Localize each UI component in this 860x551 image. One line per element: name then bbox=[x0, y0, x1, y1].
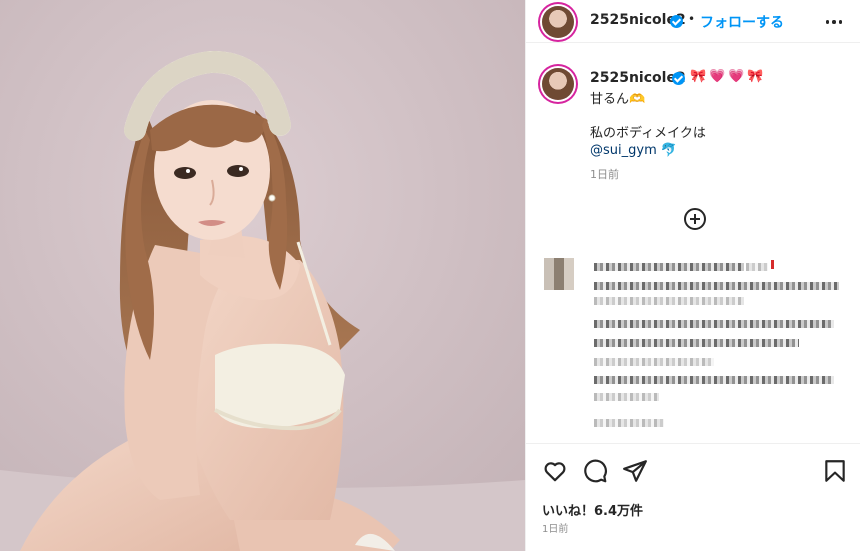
pixelated-comment bbox=[526, 255, 860, 435]
likes-count[interactable]: いいね！6.4万件 bbox=[542, 500, 643, 519]
comment-text-line bbox=[594, 376, 834, 384]
follow-button[interactable]: フォローする bbox=[700, 12, 784, 32]
post-side-panel: 2525nicole2 • フォローする 2525nicole2 🎀 💗 💗 🎀… bbox=[525, 0, 860, 551]
caption-timestamp: 1日前 bbox=[590, 168, 619, 181]
dolphin-emoji: 🐬 bbox=[660, 143, 678, 158]
comment-text-line bbox=[746, 263, 768, 271]
ribbon-emoji: 🎀 bbox=[690, 69, 707, 84]
hands-emoji: 🫶 bbox=[629, 92, 646, 107]
ribbon-emoji: 🎀 bbox=[747, 69, 764, 84]
more-options-icon[interactable] bbox=[822, 10, 846, 34]
post-timestamp: 1日前 bbox=[542, 524, 569, 535]
heart-icon[interactable] bbox=[542, 458, 568, 484]
comment-text-line bbox=[594, 282, 839, 290]
post-photo[interactable] bbox=[0, 0, 525, 551]
comment-text-line bbox=[594, 419, 664, 427]
comment-text-line bbox=[594, 339, 799, 347]
caption-line-3: @sui_gym 🐬 bbox=[590, 143, 677, 158]
caption-line-1: 甘るん🫶 bbox=[590, 88, 645, 107]
separator-dot: • bbox=[688, 12, 696, 26]
heart-emoji: 💗 bbox=[728, 69, 745, 84]
instagram-post-view: 2525nicole2 • フォローする 2525nicole2 🎀 💗 💗 🎀… bbox=[0, 0, 860, 551]
comment-mark bbox=[771, 260, 774, 269]
comment-text-line bbox=[594, 358, 714, 366]
portrait-illustration bbox=[0, 0, 525, 551]
mention-link[interactable]: @sui_gym bbox=[590, 143, 657, 158]
heart-emoji: 💗 bbox=[709, 69, 726, 84]
verified-badge-icon bbox=[670, 15, 683, 28]
comment-icon[interactable] bbox=[582, 458, 608, 484]
commenter-avatar bbox=[544, 258, 574, 290]
caption-text: 甘るん bbox=[590, 92, 630, 107]
add-circle-icon[interactable] bbox=[684, 208, 706, 230]
comment-text-line bbox=[594, 297, 744, 305]
post-actions: いいね！6.4万件 1日前 bbox=[526, 443, 860, 551]
author-avatar[interactable] bbox=[542, 6, 574, 38]
comment-text-line bbox=[594, 263, 744, 271]
verified-badge-icon bbox=[672, 72, 685, 85]
bookmark-icon[interactable] bbox=[822, 458, 848, 484]
caption-author-avatar[interactable] bbox=[542, 68, 574, 100]
comment-text-line bbox=[594, 393, 659, 401]
comment-text-line bbox=[594, 320, 834, 328]
send-icon[interactable] bbox=[622, 458, 648, 484]
caption-line-2: 私のボディメイクは bbox=[590, 126, 706, 141]
post-header: 2525nicole2 • フォローする bbox=[526, 0, 860, 43]
